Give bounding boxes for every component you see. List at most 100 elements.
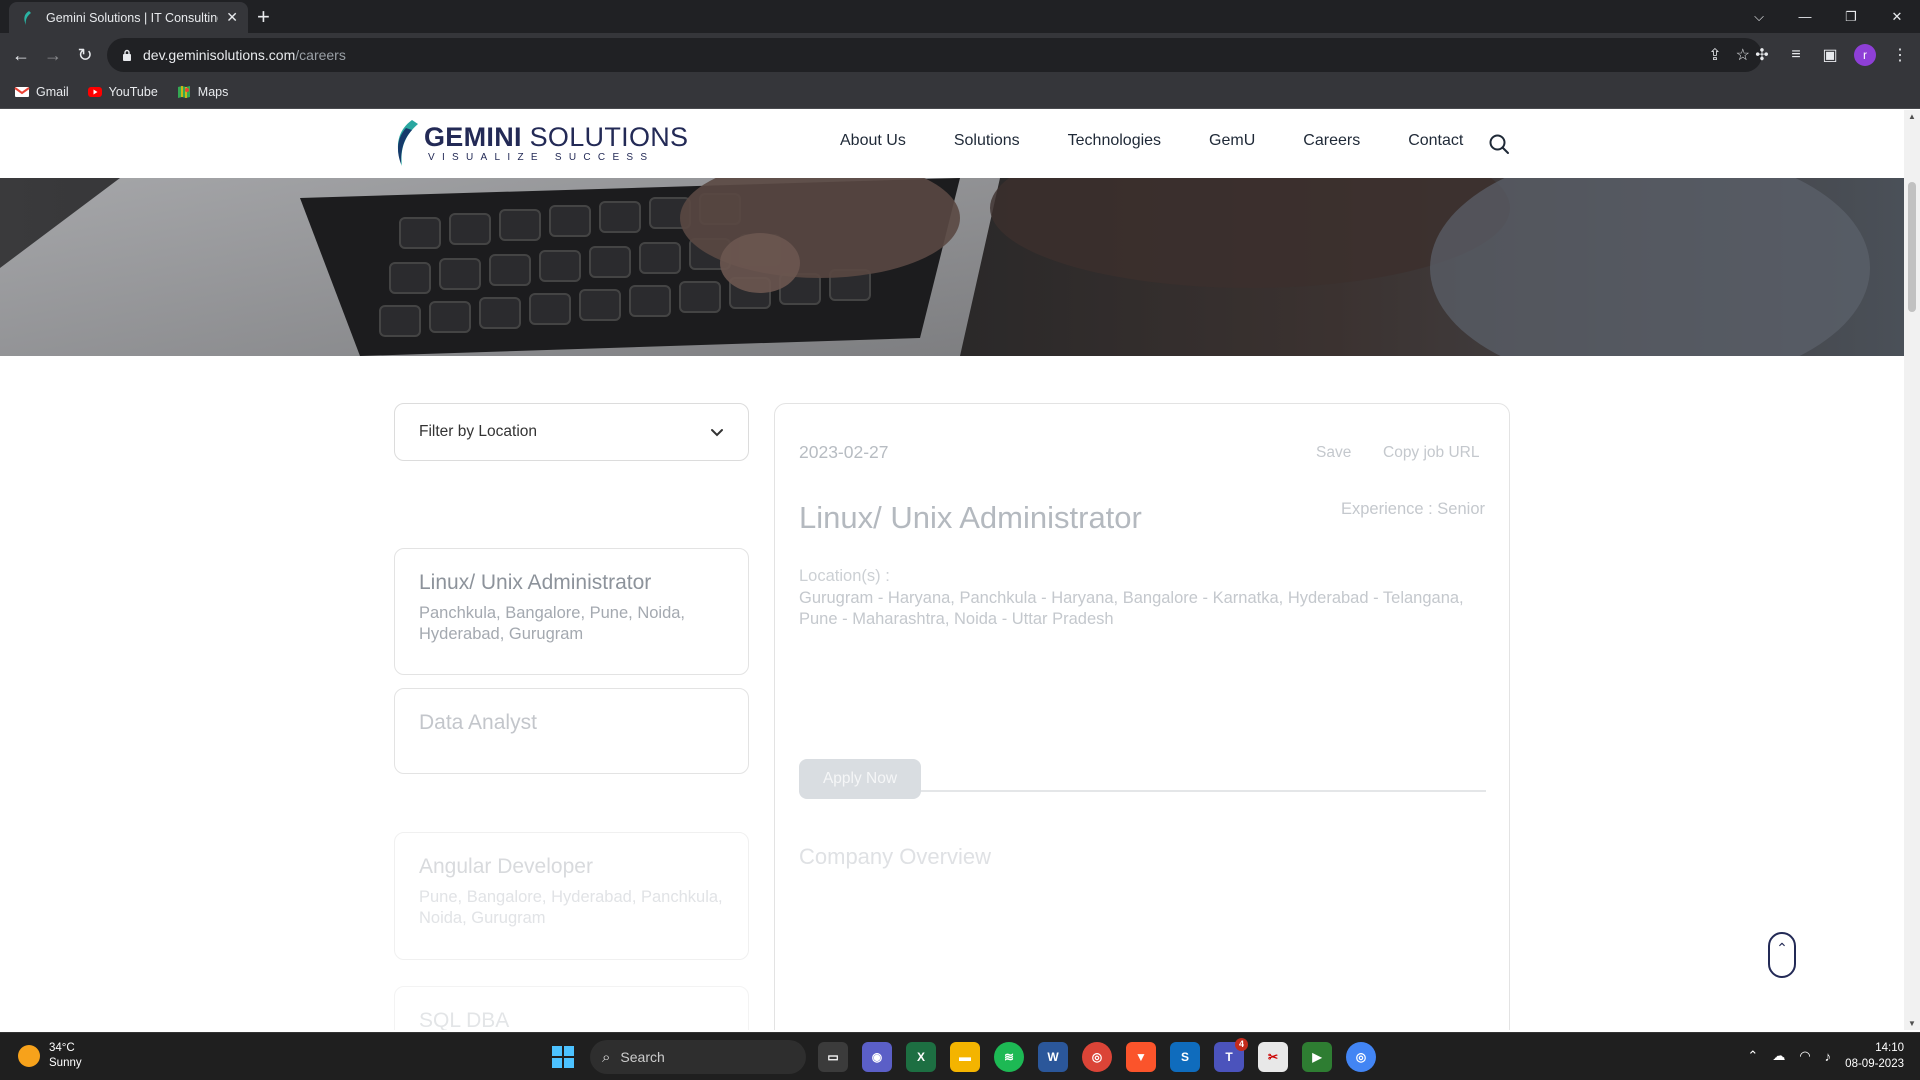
file-explorer-icon[interactable]: ▬ xyxy=(950,1042,980,1072)
spotify-icon[interactable]: ≋ xyxy=(994,1042,1024,1072)
media-player-icon[interactable]: ▶ xyxy=(1302,1042,1332,1072)
bookmark-label: Maps xyxy=(197,85,229,99)
scroll-down-arrow-icon[interactable]: ▼ xyxy=(1904,1019,1920,1028)
browser-toolbar: ← → ↻ dev.geminisolutions.com/careers ⇪ … xyxy=(0,33,1920,76)
word-icon[interactable]: W xyxy=(1038,1042,1068,1072)
company-overview-heading: Company Overview xyxy=(799,844,991,869)
nav-careers[interactable]: Careers xyxy=(1303,132,1360,150)
brave-icon[interactable]: ▼ xyxy=(1126,1042,1156,1072)
bookmark-maps[interactable]: Maps xyxy=(176,84,229,100)
nav-gemu[interactable]: GemU xyxy=(1209,132,1255,150)
clock-date: 08-09-2023 xyxy=(1845,1058,1904,1070)
save-job-button[interactable]: Save xyxy=(1316,444,1351,462)
logo-tagline: VISUALIZE SUCCESS xyxy=(428,152,655,163)
nav-contact[interactable]: Contact xyxy=(1408,132,1463,150)
job-locations: Pune, Bangalore, Hyderabad, Panchkula, N… xyxy=(419,888,723,927)
profile-avatar[interactable]: r xyxy=(1854,44,1876,66)
scroll-to-top-button[interactable]: ⌃ xyxy=(1768,932,1796,978)
bookmark-gmail[interactable]: Gmail xyxy=(14,84,69,100)
chevron-up-icon: ⌃ xyxy=(1776,940,1788,956)
taskbar-search-label: Search xyxy=(620,1049,665,1065)
job-title: SQL DBA xyxy=(419,1009,510,1030)
share-icon[interactable]: ⇪ xyxy=(1708,45,1721,65)
media-control-icon[interactable]: ≡ xyxy=(1786,46,1806,64)
teams-chat-icon[interactable]: ◉ xyxy=(862,1042,892,1072)
chevron-down-icon xyxy=(711,429,723,437)
show-hidden-icons-chevron-up-icon[interactable]: ⌃ xyxy=(1747,1048,1758,1064)
windows-start-icon[interactable] xyxy=(551,1045,575,1069)
weather-temperature: 34°C xyxy=(49,1042,75,1054)
window-controls: ⌵ — ❐ ✕ xyxy=(1736,0,1920,33)
copy-job-url-button[interactable]: Copy job URL xyxy=(1383,444,1480,462)
maps-icon xyxy=(177,86,190,98)
chrome-profile-icon[interactable]: ◎ xyxy=(1346,1042,1376,1072)
nav-technologies[interactable]: Technologies xyxy=(1068,132,1161,150)
job-title: Linux/ Unix Administrator xyxy=(419,571,652,594)
hero-keyboard-image xyxy=(0,178,1904,356)
sun-icon xyxy=(18,1045,40,1067)
job-card-linux-unix-administrator[interactable]: Linux/ Unix Administrator Panchkula, Ban… xyxy=(394,548,749,675)
job-title: Angular Developer xyxy=(419,855,593,878)
filter-label: Filter by Location xyxy=(419,423,538,440)
logo-name-rest: SOLUTIONS xyxy=(529,122,689,152)
bookmark-youtube[interactable]: YouTube xyxy=(87,84,158,100)
restore-icon[interactable]: ❐ xyxy=(1828,9,1874,25)
task-view-icon[interactable]: ▭ xyxy=(818,1042,848,1072)
browser-tab-strip: Gemini Solutions | IT Consulting, ✕ + ⌵ … xyxy=(0,0,1920,33)
job-detail-panel: 2023-02-27 Save Copy job URL Linux/ Unix… xyxy=(774,403,1510,1030)
taskbar-clock[interactable]: 14:10 08-09-2023 xyxy=(1845,1040,1904,1072)
main-nav: About Us Solutions Technologies GemU Car… xyxy=(840,132,1511,150)
scrollbar-thumb[interactable] xyxy=(1908,182,1916,312)
minimize-icon[interactable]: — xyxy=(1782,9,1828,24)
excel-icon[interactable]: X xyxy=(906,1042,936,1072)
system-tray: ⌃ ☁ ◠ ♪ 14:10 08-09-2023 xyxy=(1747,1040,1904,1072)
reload-icon[interactable]: ↻ xyxy=(73,43,97,67)
bookmark-star-icon[interactable]: ☆ xyxy=(1736,45,1750,65)
wifi-icon[interactable]: ◠ xyxy=(1799,1048,1810,1064)
job-detail-locations: Gurugram - Haryana, Panchkula - Haryana,… xyxy=(799,589,1464,628)
teams-icon[interactable]: T4 xyxy=(1214,1038,1248,1072)
onedrive-cloud-icon[interactable]: ☁ xyxy=(1772,1048,1785,1064)
logo-name-bold: GEMINI xyxy=(424,122,522,152)
browser-tab[interactable]: Gemini Solutions | IT Consulting, ✕ xyxy=(9,2,248,33)
job-card-angular-developer[interactable]: Angular Developer Pune, Bangalore, Hyder… xyxy=(394,832,749,960)
job-detail-title: Linux/ Unix Administrator xyxy=(799,500,1142,535)
site-header: GEMINI SOLUTIONS VISUALIZE SUCCESS About… xyxy=(0,110,1904,178)
bookmarks-bar: Gmail YouTube Maps xyxy=(0,76,1920,109)
side-panel-icon[interactable]: ▣ xyxy=(1820,45,1840,65)
volume-icon[interactable]: ♪ xyxy=(1825,1049,1832,1064)
nav-about-us[interactable]: About Us xyxy=(840,132,906,150)
app-s-icon[interactable]: S xyxy=(1170,1042,1200,1072)
close-tab-icon[interactable]: ✕ xyxy=(226,9,238,26)
tab-search-icon[interactable]: ⌵ xyxy=(1736,9,1782,25)
browser-menu-icon[interactable]: ⋮ xyxy=(1890,45,1910,65)
weather-widget[interactable]: 34°C Sunny xyxy=(18,1041,82,1071)
taskbar-search-box[interactable]: ⌕ Search xyxy=(590,1040,806,1074)
scroll-up-arrow-icon[interactable]: ▲ xyxy=(1904,112,1920,121)
apply-now-button[interactable]: Apply Now xyxy=(799,759,921,799)
extensions-icon[interactable]: ✣ xyxy=(1752,45,1772,65)
lock-icon xyxy=(123,49,131,61)
experience-level: Experience : Senior xyxy=(1341,500,1485,518)
bookmark-label: YouTube xyxy=(108,85,158,99)
new-tab-icon[interactable]: + xyxy=(257,4,270,30)
job-posted-date: 2023-02-27 xyxy=(799,442,889,462)
filter-by-location-dropdown[interactable]: Filter by Location xyxy=(394,403,749,461)
snipping-tool-icon[interactable]: ✂ xyxy=(1258,1042,1288,1072)
windows-taskbar: 34°C Sunny ⌕ Search ▭ ◉ X ▬ ≋ W ◎ ▼ S T4… xyxy=(0,1032,1920,1080)
job-card-sql-dba[interactable]: SQL DBA xyxy=(394,986,749,1030)
address-bar[interactable]: dev.geminisolutions.com/careers ⇪ ☆ xyxy=(107,38,1762,72)
back-icon[interactable]: ← xyxy=(9,43,33,67)
gemini-favicon-icon xyxy=(24,10,31,25)
nav-solutions[interactable]: Solutions xyxy=(954,132,1020,150)
youtube-icon xyxy=(87,87,102,97)
tab-title: Gemini Solutions | IT Consulting, xyxy=(46,10,219,25)
chrome-icon[interactable]: ◎ xyxy=(1082,1042,1112,1072)
close-window-icon[interactable]: ✕ xyxy=(1874,9,1920,25)
forward-icon[interactable]: → xyxy=(41,43,65,67)
page-scrollbar[interactable]: ▲ ▼ xyxy=(1904,110,1920,1030)
locations-label: Location(s) : xyxy=(799,567,890,585)
job-card-data-analyst[interactable]: Data Analyst xyxy=(394,688,749,774)
gemini-logo[interactable]: GEMINI SOLUTIONS VISUALIZE SUCCESS xyxy=(392,118,688,168)
search-icon[interactable] xyxy=(1488,133,1510,155)
